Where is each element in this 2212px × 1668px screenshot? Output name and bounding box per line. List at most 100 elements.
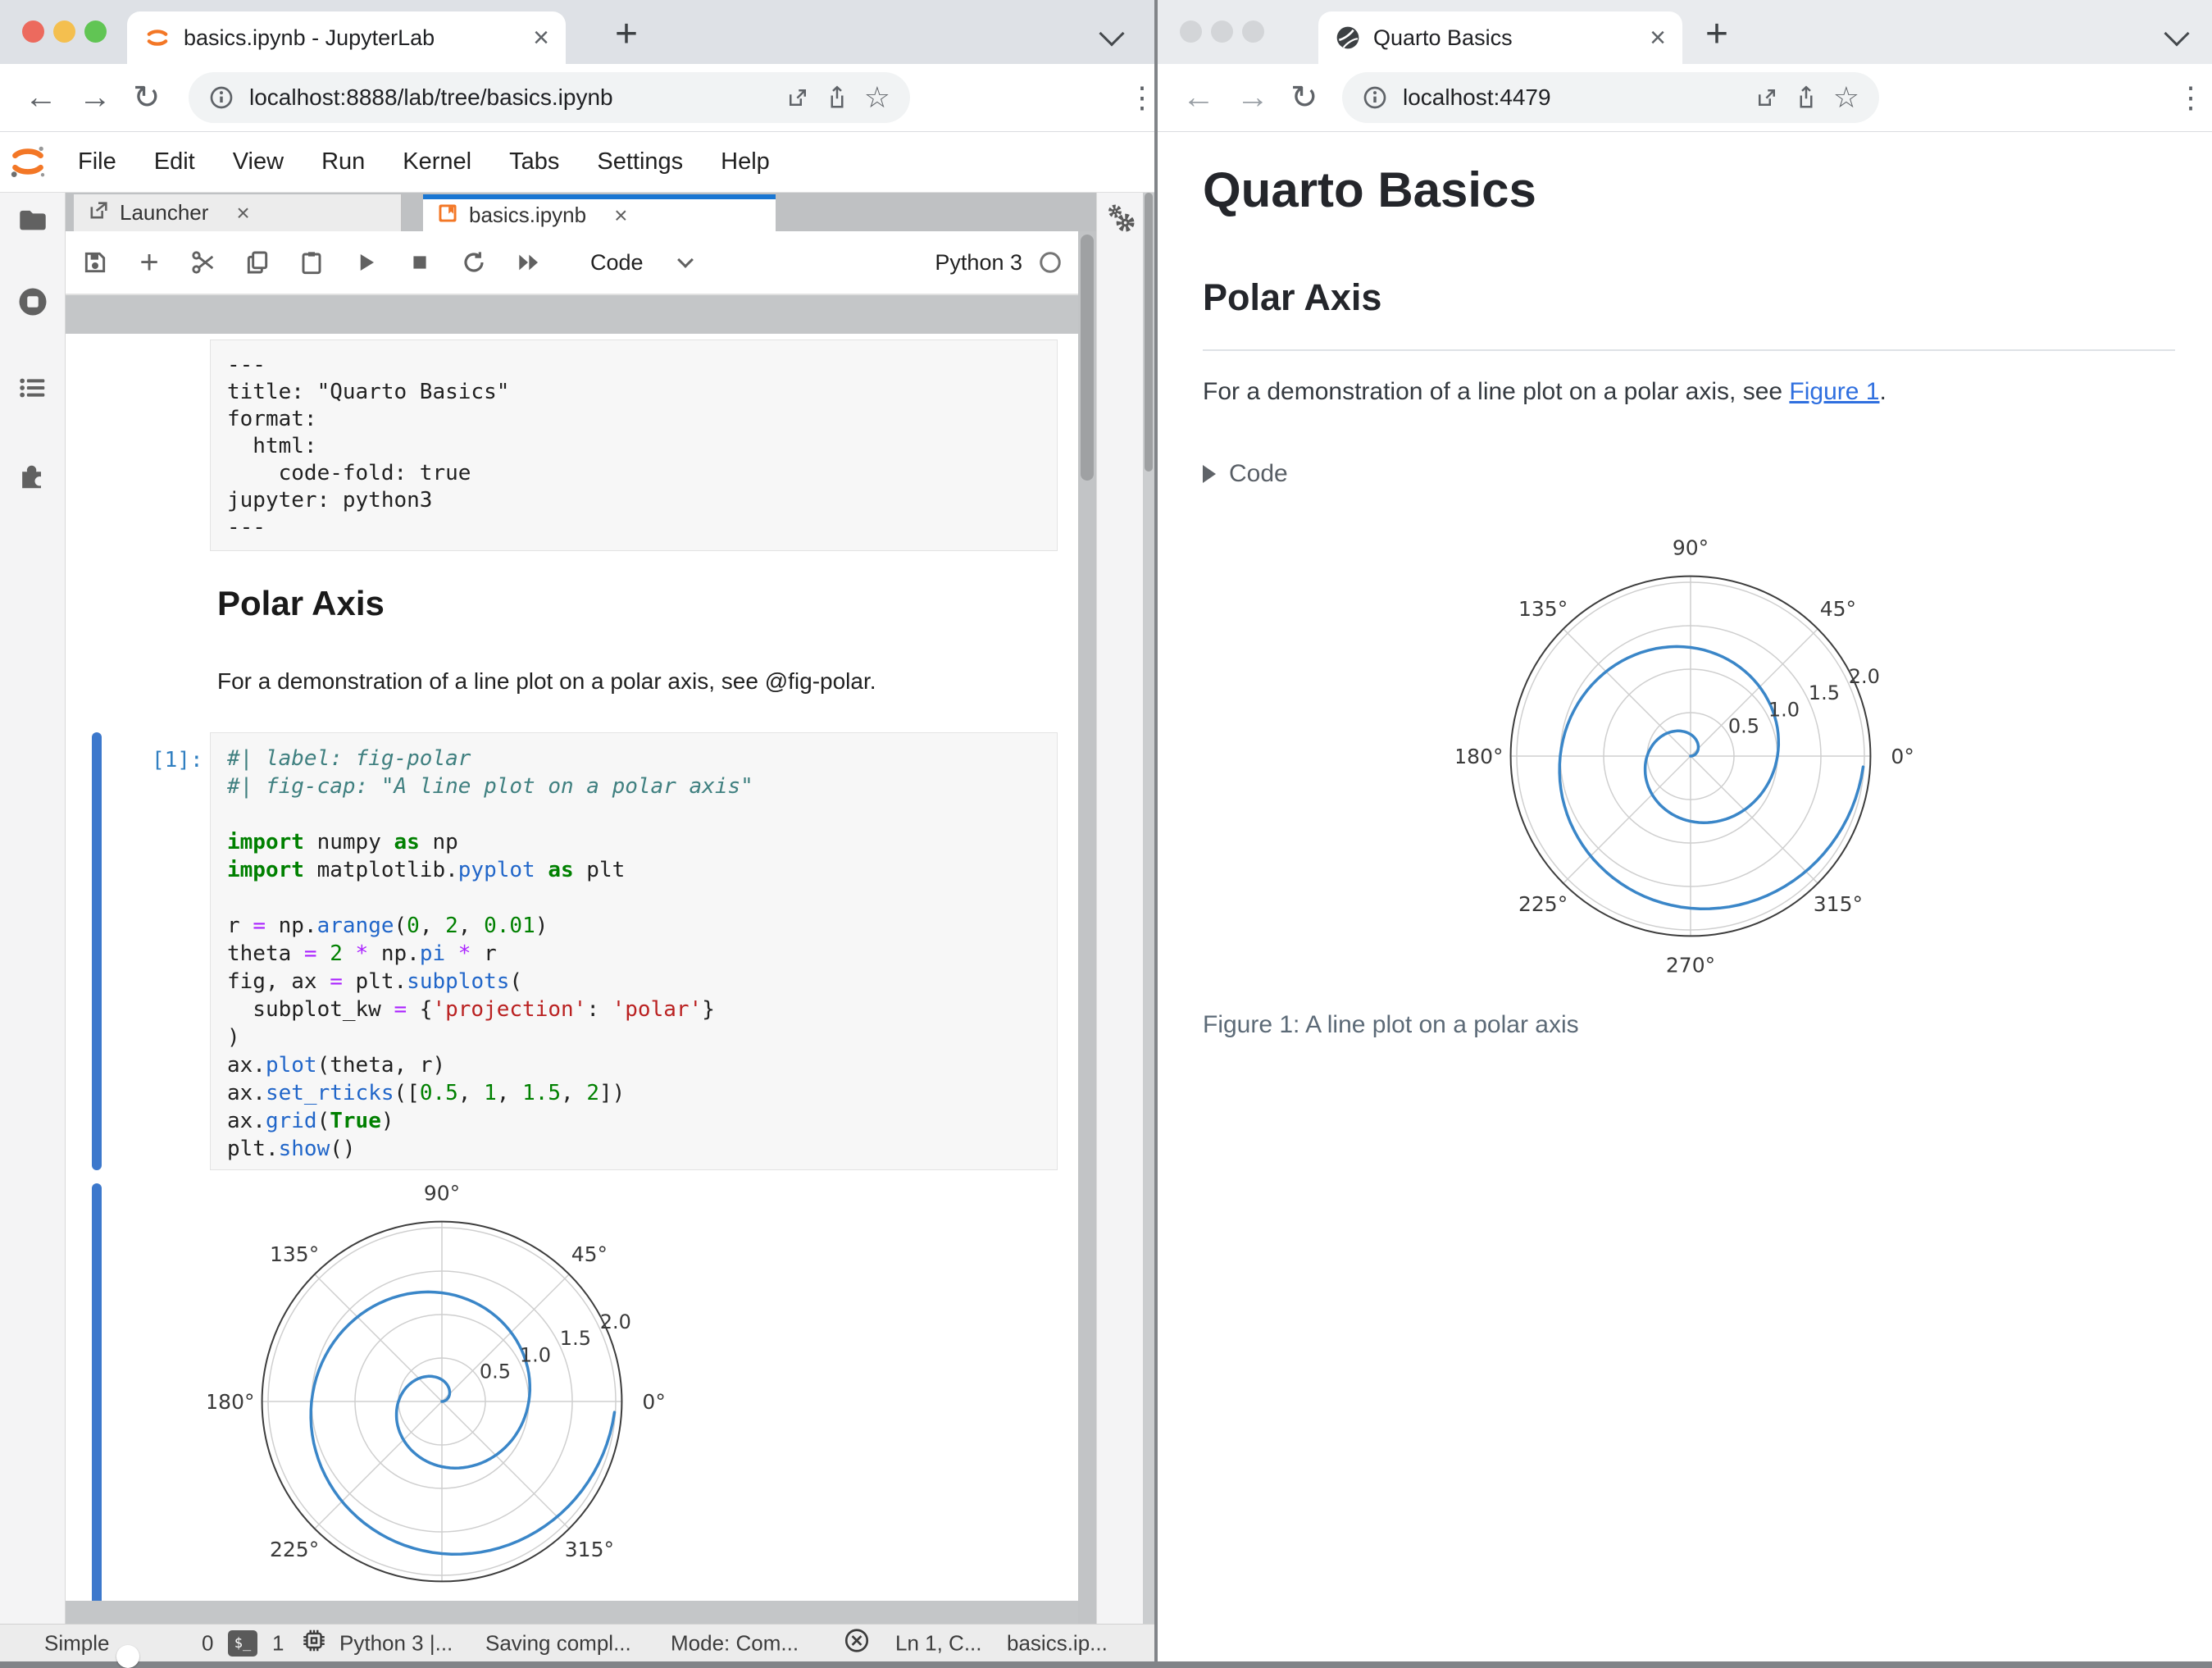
browser-tab-title: Quarto Basics [1373, 25, 1513, 50]
save-icon[interactable] [80, 248, 110, 277]
page-title: Quarto Basics [1203, 162, 1536, 217]
bookmark-star-icon[interactable]: ☆ [1833, 80, 1859, 115]
forward-icon[interactable]: → [79, 80, 112, 116]
new-tab-button[interactable]: + [615, 11, 638, 57]
chevron-down-icon[interactable] [676, 252, 694, 268]
tab-search-chevron-icon[interactable] [1099, 21, 1125, 47]
menu-tabs[interactable]: Tabs [490, 148, 578, 175]
circle-x-icon[interactable] [843, 1626, 871, 1660]
window-scrollbar[interactable] [1143, 193, 1154, 1624]
svg-text:180°: 180° [1457, 745, 1503, 768]
address-bar[interactable]: localhost:4479 ☆ [1342, 72, 1879, 123]
launcher-icon [87, 199, 110, 226]
browser-tab[interactable]: basics.ipynb - JupyterLab × [127, 11, 566, 64]
open-in-new-icon[interactable] [785, 85, 810, 110]
menu-help[interactable]: Help [702, 148, 789, 175]
statusbar-filename: basics.ip... [1007, 1630, 1108, 1655]
cell-type-dropdown[interactable]: Code [590, 250, 644, 276]
reload-icon[interactable]: ↻ [1290, 79, 1318, 116]
dock-tab-label: Launcher [120, 200, 209, 225]
browser-menu-icon[interactable]: ⋮ [1127, 80, 1158, 115]
dock-tab-label: basics.ipynb [469, 203, 587, 227]
paste-cells-icon[interactable] [297, 248, 326, 277]
dock-tab-launcher[interactable]: Launcher × [74, 194, 402, 231]
kernel-chip-icon[interactable] [300, 1626, 328, 1660]
open-in-new-icon[interactable] [1755, 85, 1779, 110]
cut-cells-icon[interactable] [189, 248, 218, 277]
output-collapser[interactable] [92, 1183, 102, 1601]
insert-cell-icon[interactable]: + [134, 244, 164, 280]
site-info-icon[interactable] [208, 84, 234, 111]
terminals-count: 0 [202, 1630, 214, 1655]
copy-cells-icon[interactable] [243, 248, 272, 277]
cell-collapser[interactable] [92, 732, 102, 1170]
yaml-frontmatter-cell[interactable]: --- title: "Quarto Basics" format: html: c… [210, 340, 1058, 551]
share-icon[interactable] [825, 85, 849, 110]
reload-icon[interactable]: ↻ [133, 79, 161, 116]
site-info-icon[interactable] [1362, 84, 1388, 111]
notebook-scrollbar[interactable] [1078, 231, 1096, 1624]
section-heading: Polar Axis [1203, 276, 1382, 318]
restart-kernel-icon[interactable] [459, 248, 489, 277]
tab-close-icon[interactable]: × [533, 24, 549, 52]
body-paragraph: For a demonstration of a line plot on a … [1203, 378, 1887, 405]
back-icon[interactable]: ← [25, 80, 57, 116]
share-icon[interactable] [1794, 85, 1818, 110]
close-icon[interactable]: × [236, 200, 249, 226]
notebook-panel: + Code Python 3 --- title: "Quarto Basic… [66, 231, 1078, 1624]
new-tab-button[interactable]: + [1705, 11, 1728, 57]
menu-run[interactable]: Run [303, 148, 384, 175]
close-icon[interactable]: × [614, 203, 627, 229]
cell-execution-prompt: [1]: [152, 748, 203, 772]
browser-tab[interactable]: Quarto Basics × [1318, 11, 1682, 64]
browser-tab-strip: Quarto Basics × + [1158, 0, 2212, 64]
terminal-icon[interactable]: $_ [228, 1629, 257, 1657]
table-of-contents-icon[interactable] [16, 371, 49, 408]
menu-edit[interactable]: Edit [135, 148, 214, 175]
back-icon[interactable]: ← [1182, 80, 1215, 116]
code-disclosure[interactable]: Code [1203, 460, 1288, 488]
notebook-scroll-area[interactable]: --- title: "Quarto Basics" format: html: c… [66, 334, 1078, 1601]
browser-menu-icon[interactable]: ⋮ [2176, 80, 2207, 115]
menu-view[interactable]: View [214, 148, 303, 175]
quarto-browser-window: Quarto Basics × + ← → ↻ localhost:4479 ☆… [1158, 0, 2212, 1661]
extension-manager-icon[interactable] [16, 460, 49, 497]
dock-tab-notebook[interactable]: basics.ipynb × [423, 194, 776, 231]
forward-icon[interactable]: → [1236, 80, 1269, 116]
kernel-status-text[interactable]: Python 3 |... [339, 1630, 453, 1656]
file-browser-icon[interactable] [16, 204, 49, 241]
macos-zoom-button[interactable] [1242, 21, 1264, 43]
notebook-file-icon [436, 202, 459, 229]
property-inspector-gears-icon[interactable] [1104, 201, 1138, 239]
tab-search-chevron-icon[interactable] [2164, 21, 2190, 47]
svg-text:45°: 45° [1820, 597, 1856, 621]
running-kernels-icon[interactable] [16, 285, 50, 323]
macos-minimize-button[interactable] [53, 21, 75, 43]
command-mode-text[interactable]: Mode: Com... [671, 1630, 799, 1656]
run-cell-icon[interactable] [351, 248, 380, 277]
kernel-status-icon[interactable] [1035, 248, 1065, 277]
saving-status-text: Saving compl... [485, 1630, 631, 1655]
section-divider [1203, 349, 2175, 351]
macos-close-button[interactable] [22, 21, 44, 43]
address-bar[interactable]: localhost:8888/lab/tree/basics.ipynb ☆ [189, 72, 910, 123]
kernel-name[interactable]: Python 3 [935, 250, 1022, 276]
cursor-position-text[interactable]: Ln 1, C... [895, 1630, 982, 1656]
macos-minimize-button[interactable] [1211, 21, 1233, 43]
url-text: localhost:4479 [1403, 84, 1551, 110]
figure-1-link[interactable]: Figure 1 [1789, 378, 1879, 405]
svg-text:270°: 270° [1666, 953, 1715, 977]
code-cell[interactable]: #| label: fig-polar #| fig-cap: "A line p… [210, 732, 1058, 1170]
menu-settings[interactable]: Settings [578, 148, 702, 175]
tab-close-icon[interactable]: × [1650, 24, 1666, 52]
macos-zoom-button[interactable] [84, 21, 107, 43]
menu-file[interactable]: File [59, 148, 135, 175]
svg-text:1.0: 1.0 [1768, 698, 1800, 721]
macos-close-button[interactable] [1180, 21, 1202, 43]
menu-kernel[interactable]: Kernel [384, 148, 490, 175]
restart-run-all-icon[interactable] [513, 248, 543, 277]
polar-plot-output: 0° 45° 90° 135° 180° 225° 270° 315° 0.5 1.0 1.5 2.0 [208, 1180, 676, 1601]
bookmark-star-icon[interactable]: ☆ [864, 80, 890, 115]
code-disclosure-triangle-icon [1203, 465, 1216, 483]
interrupt-kernel-icon[interactable] [405, 248, 435, 277]
